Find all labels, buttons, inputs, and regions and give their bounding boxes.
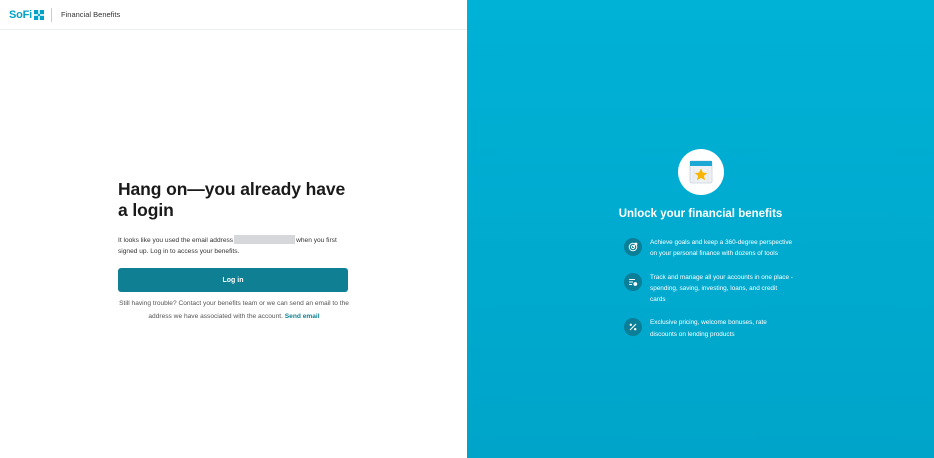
explanation-text: It looks like you used the email address… <box>118 235 348 257</box>
login-content: Hang on—you already have a login It look… <box>118 179 350 323</box>
sofi-logo[interactable]: SoFi <box>9 8 45 21</box>
target-icon <box>624 238 642 256</box>
header: SoFi Financial Benefits <box>0 0 467 30</box>
feature-list: Achieve goals and keep a 360-degree pers… <box>624 237 794 352</box>
header-title: Financial Benefits <box>61 10 121 19</box>
feature-text: Track and manage all your accounts in on… <box>650 273 793 304</box>
benefits-title: Unlock your financial benefits <box>618 208 783 220</box>
accounts-icon <box>624 272 642 291</box>
page-title: Hang on—you already have a login <box>118 179 346 220</box>
percent-icon <box>624 318 642 337</box>
benefits-panel: Unlock your financial benefits Achieve g… <box>467 0 934 458</box>
logo-text: SoFi <box>9 8 33 21</box>
trouble-text: Still having trouble? Contact your benef… <box>118 298 350 323</box>
list-item: Track and manage all your accounts in on… <box>624 272 794 306</box>
login-button[interactable]: Log in <box>118 268 348 292</box>
logo-mark-icon <box>34 9 45 20</box>
login-panel: SoFi Financial Benefits Hang on—you alre… <box>0 0 467 458</box>
header-divider <box>51 7 53 22</box>
explanation-before: It looks like you used the email address <box>118 237 234 244</box>
send-email-link[interactable]: Send email <box>285 313 320 320</box>
list-item: Achieve goals and keep a 360-degree pers… <box>624 237 794 260</box>
feature-text: Exclusive pricing, welcome bonuses, rate… <box>650 319 767 338</box>
list-item: Exclusive pricing, welcome bonuses, rate… <box>624 317 794 340</box>
benefits-calendar-icon <box>678 149 724 195</box>
redacted-email <box>234 235 296 244</box>
feature-text: Achieve goals and keep a 360-degree pers… <box>650 239 793 258</box>
